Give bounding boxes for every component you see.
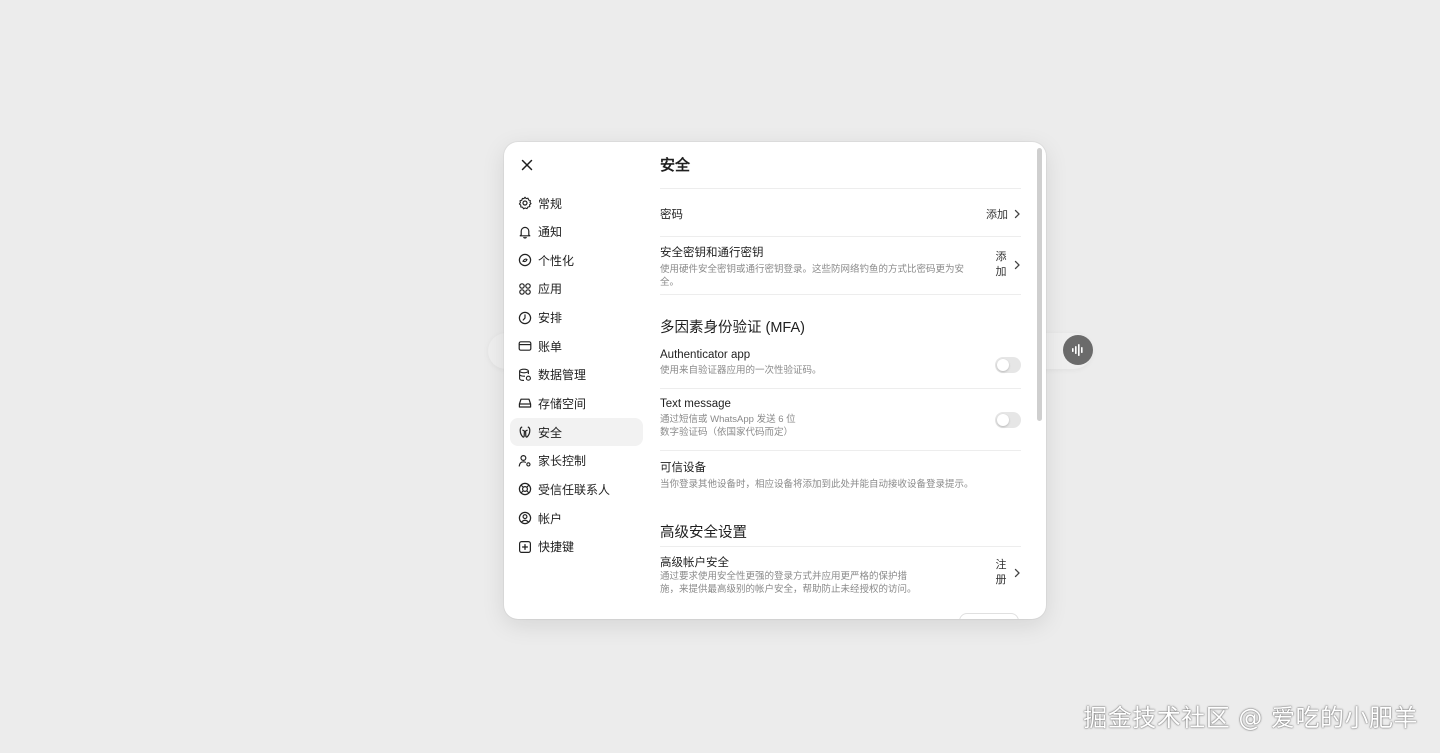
sidebar-item-label: 应用 (538, 282, 563, 297)
sidebar-item-label: 账单 (538, 339, 563, 354)
passkeys-description: 使用硬件安全密钥或通行密钥登录。这些防网络钓鱼的方式比密码更为安全。 (660, 264, 965, 288)
sidebar-item-general[interactable]: 常规 (510, 189, 643, 217)
settings-dialog: 常规 通知 个性化 应用 安排 账单 数据管理 存储空间 安全 家长控制 受信任… (504, 142, 1046, 619)
sidebar-item-billing[interactable]: 账单 (510, 332, 643, 360)
waveform-icon (1072, 344, 1083, 356)
authenticator-title: Authenticator app (660, 349, 751, 361)
sidebar-item-label: 受信任联系人 (538, 482, 611, 497)
add-passkey-button[interactable]: 添 加 (995, 250, 1021, 280)
divider (660, 294, 1021, 295)
divider (660, 188, 1021, 189)
sidebar-item-parental-controls[interactable]: 家长控制 (510, 447, 643, 475)
trusted-devices-description: 当你登录其他设备时，相应设备将添加到此处并能自动接收设备登录提示。 (660, 479, 974, 490)
sidebar-item-label: 家长控制 (538, 454, 587, 469)
add-passkey-label: 添 加 (995, 250, 1007, 280)
text-message-toggle[interactable] (995, 412, 1021, 428)
enroll-button[interactable]: 注 册 (995, 558, 1021, 588)
sidebar-item-trusted-contacts[interactable]: 受信任联系人 (510, 475, 643, 503)
sidebar-item-storage[interactable]: 存储空间 (510, 389, 643, 417)
sidebar-item-label: 个性化 (538, 253, 575, 268)
chevron-right-icon (1013, 209, 1021, 219)
partially-visible-button[interactable] (959, 613, 1019, 619)
text-message-description-line: 通过短信或 WhatsApp 发送 6 位 (660, 414, 796, 425)
advanced-account-security-description-line: 施，来提供最高级别的帐户安全，帮助防止未经授权的访问。 (660, 584, 917, 595)
scrollbar-thumb[interactable] (1037, 148, 1042, 421)
enroll-label-line: 册 (995, 574, 1007, 586)
lifebuoy-icon (518, 482, 532, 496)
keyboard-shortcut-icon (518, 540, 532, 554)
advanced-account-security-description-line: 通过要求使用安全性更强的登录方式并应用更严格的保护措 (660, 571, 908, 582)
add-passkey-label-line: 加 (995, 266, 1007, 278)
clock-icon (518, 311, 532, 325)
close-icon (521, 159, 533, 171)
security-settings-panel: 安全 密码 添加 安全密钥和通行密钥 使用硬件安全密钥或通行密钥登录。这些防网络… (660, 142, 1021, 619)
trusted-devices-row: 可信设备 当你登录其他设备时，相应设备将添加到此处并能自动接收设备登录提示。 (660, 459, 1021, 493)
user-circle-icon (518, 511, 532, 525)
sidebar-item-security[interactable]: 安全 (510, 418, 643, 447)
page-title: 安全 (660, 157, 691, 174)
sidebar-item-label: 常规 (538, 196, 563, 211)
text-message-row: Text message 通过短信或 WhatsApp 发送 6 位 数字验证码… (660, 398, 1021, 442)
toggle-knob (997, 359, 1009, 371)
divider (660, 388, 1021, 389)
toggle-knob (997, 414, 1009, 426)
apps-grid-icon (518, 282, 532, 296)
database-icon (518, 368, 532, 382)
text-message-title: Text message (660, 398, 731, 410)
advanced-account-security-description: 通过要求使用安全性更强的登录方式并应用更严格的保护措 施，来提供最高级别的帐户安… (660, 570, 1021, 596)
sidebar-item-label: 存储空间 (538, 396, 587, 411)
authenticator-row: Authenticator app 使用来自验证器应用的一次性验证码。 (660, 349, 1021, 383)
palette-icon (518, 253, 532, 267)
sidebar-item-personalization[interactable]: 个性化 (510, 246, 643, 274)
chevron-right-icon (1013, 568, 1021, 578)
add-passkey-label-line: 添 (995, 251, 1007, 263)
sidebar-item-data-controls[interactable]: 数据管理 (510, 361, 643, 389)
add-password-button[interactable]: 添加 (986, 206, 1021, 222)
bell-icon (518, 225, 532, 239)
close-button[interactable] (516, 154, 538, 176)
text-message-description-line: 数字验证码（依国家代码而定） (660, 427, 794, 438)
password-row: 密码 添加 (660, 206, 1021, 222)
sidebar-item-label: 数据管理 (538, 368, 587, 383)
watermark-text: 掘金技术社区 @ 爱吃的小肥羊 (1083, 704, 1418, 732)
mfa-heading: 多因素身份验证 (MFA) (660, 320, 805, 336)
sidebar-item-label: 安排 (538, 311, 563, 326)
text-message-description: 通过短信或 WhatsApp 发送 6 位 数字验证码（依国家代码而定） (660, 413, 1021, 439)
passkeys-row: 安全密钥和通行密钥 使用硬件安全密钥或通行密钥登录。这些防网络钓鱼的方式比密码更… (660, 244, 1021, 294)
voice-mode-button[interactable] (1063, 335, 1093, 365)
advanced-security-heading: 高级安全设置 (660, 525, 747, 541)
enroll-label: 注 册 (995, 558, 1007, 588)
divider (660, 450, 1021, 451)
sidebar-item-account[interactable]: 帐户 (510, 504, 643, 532)
parental-control-icon (518, 454, 532, 468)
divider (660, 236, 1021, 237)
sidebar-item-schedule[interactable]: 安排 (510, 304, 643, 332)
sidebar-item-shortcuts[interactable]: 快捷键 (510, 533, 643, 561)
sidebar-item-notifications[interactable]: 通知 (510, 218, 643, 246)
advanced-account-security-row: 高级帐户安全 通过要求使用安全性更强的登录方式并应用更严格的保护措 施，来提供最… (660, 554, 1021, 596)
sidebar-item-label: 快捷键 (538, 540, 575, 555)
trusted-devices-title: 可信设备 (660, 462, 706, 474)
sidebar-item-apps[interactable]: 应用 (510, 275, 643, 303)
divider (660, 546, 1021, 547)
advanced-account-security-title: 高级帐户安全 (660, 557, 729, 569)
enroll-label-line: 注 (995, 559, 1007, 571)
sidebar-item-label: 帐户 (538, 511, 563, 526)
sidebar-item-label: 安全 (538, 425, 563, 440)
credit-card-icon (518, 339, 532, 353)
add-password-label: 添加 (986, 209, 1008, 221)
shield-icon (518, 425, 532, 439)
storage-drive-icon (518, 396, 532, 410)
authenticator-description: 使用来自验证器应用的一次性验证码。 (660, 365, 822, 376)
sidebar-item-label: 通知 (538, 225, 563, 240)
chevron-right-icon (1013, 260, 1021, 270)
passkeys-title: 安全密钥和通行密钥 (660, 247, 764, 259)
settings-sidebar: 常规 通知 个性化 应用 安排 账单 数据管理 存储空间 安全 家长控制 受信任… (510, 189, 643, 561)
gear-icon (518, 196, 532, 210)
authenticator-toggle[interactable] (995, 357, 1021, 373)
password-title: 密码 (660, 209, 683, 221)
app-page: 常规 通知 个性化 应用 安排 账单 数据管理 存储空间 安全 家长控制 受信任… (0, 0, 1440, 753)
